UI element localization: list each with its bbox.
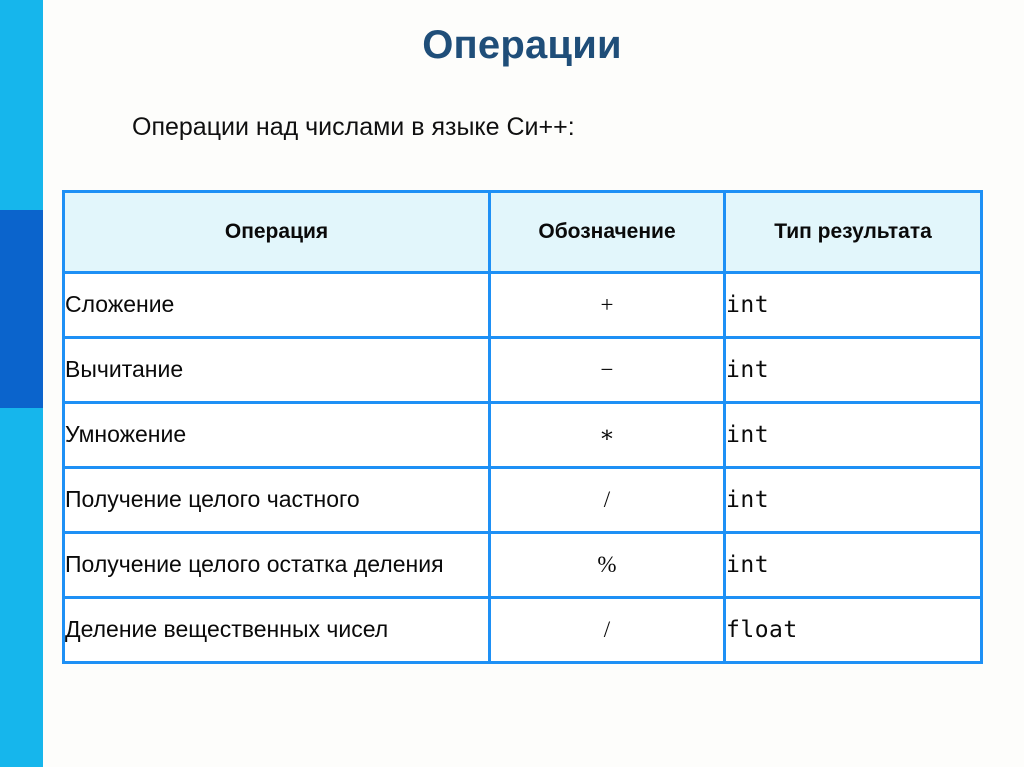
cell-result-type: int [723, 401, 983, 469]
table-row: Получение целого частного / int [62, 466, 983, 534]
cell-symbol: / [488, 466, 726, 534]
rail-gap [43, 0, 62, 767]
cell-symbol: − [488, 336, 726, 404]
cell-symbol: + [488, 271, 726, 339]
operations-table-wrapper: Операция Обозначение Тип результата Слож… [62, 190, 983, 664]
cell-operation: Деление вещественных чисел [62, 596, 491, 664]
table-row: Деление вещественных чисел / float [62, 596, 983, 664]
slide-subtitle: Операции над числами в языке Си++: [132, 113, 575, 141]
cell-operation: Сложение [62, 271, 491, 339]
cell-operation: Получение целого частного [62, 466, 491, 534]
table-body: Сложение + int Вычитание − int Умножение… [62, 271, 983, 664]
cell-symbol: ∗ [488, 401, 726, 469]
cell-operation: Умножение [62, 401, 491, 469]
cell-result-type: int [723, 531, 983, 599]
cell-result-type: int [723, 271, 983, 339]
table-row: Умножение ∗ int [62, 401, 983, 469]
table-row: Сложение + int [62, 271, 983, 339]
table-row: Получение целого остатка деления % int [62, 531, 983, 599]
page-title: Операции [422, 23, 622, 67]
left-accent-rail [0, 0, 43, 767]
cell-operation: Получение целого остатка деления [62, 531, 491, 599]
table-header-row: Операция Обозначение Тип результата [62, 190, 983, 274]
cell-symbol: % [488, 531, 726, 599]
cell-result-type: int [723, 336, 983, 404]
column-header-symbol: Обозначение [488, 190, 726, 274]
cell-result-type: int [723, 466, 983, 534]
cell-operation: Вычитание [62, 336, 491, 404]
table-header: Операция Обозначение Тип результата [62, 190, 983, 274]
cell-result-type: float [723, 596, 983, 664]
cell-symbol: / [488, 596, 726, 664]
operations-table: Операция Обозначение Тип результата Слож… [62, 190, 983, 664]
table-row: Вычитание − int [62, 336, 983, 404]
column-header-operation: Операция [62, 190, 491, 274]
slide-canvas: Операции Операции над числами в языке Си… [0, 0, 1024, 767]
column-header-result-type: Тип результата [723, 190, 983, 274]
rail-accent-block [0, 210, 43, 408]
